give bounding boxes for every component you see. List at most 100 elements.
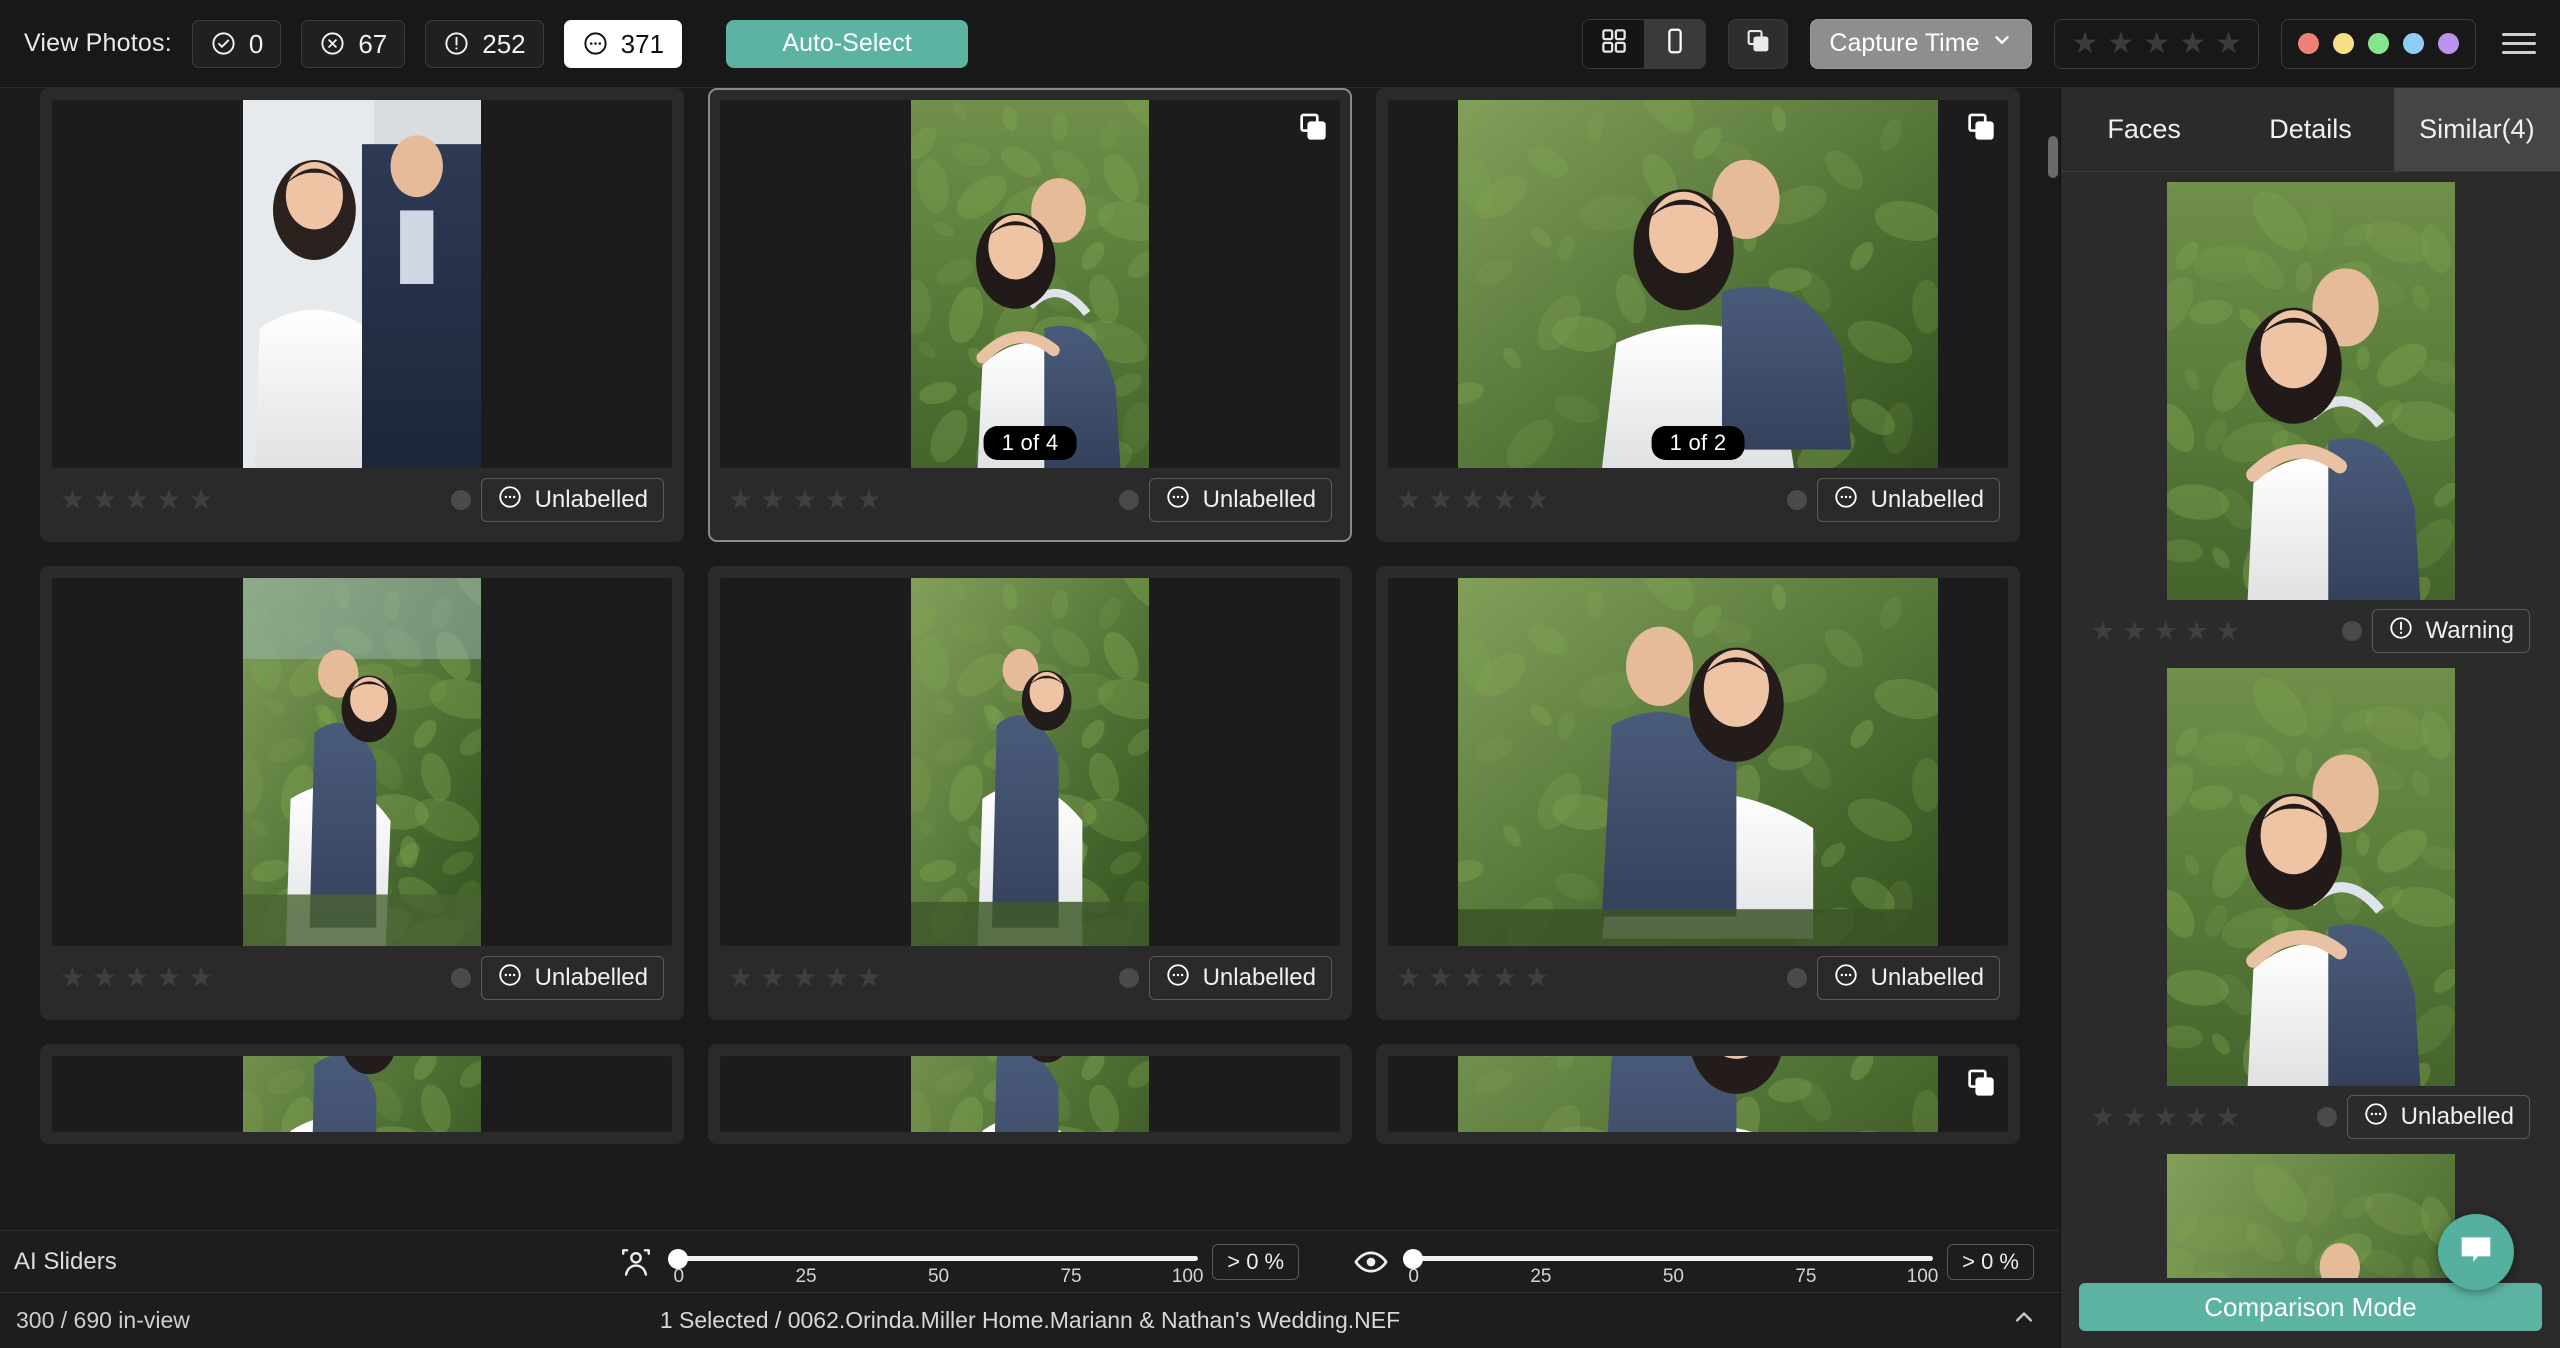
card-star-2[interactable]: ★ xyxy=(92,964,117,992)
card-star-1[interactable]: ★ xyxy=(1396,486,1421,514)
filter-chip-approved[interactable]: 0 xyxy=(191,19,282,68)
similar-photo-list[interactable]: ★ ★ ★ ★ ★ Warning ★ ★ ★ ★ ★ Unlabelled xyxy=(2061,172,2560,1278)
photo-grid-scroll[interactable]: ★★★★★ Unlabelled ★★★★★ Unlabelled ★★★★★ … xyxy=(0,88,2060,1348)
photo-thumbnail[interactable] xyxy=(1388,1056,2008,1132)
card-star-4[interactable]: ★ xyxy=(156,964,181,992)
card-star-2[interactable]: ★ xyxy=(2122,617,2146,645)
card-rating-stars[interactable]: ★ ★ ★ ★ ★ xyxy=(2091,1103,2240,1131)
photo-thumbnail[interactable] xyxy=(720,1056,1340,1132)
stack-toggle-button[interactable] xyxy=(1728,18,1789,69)
grid-scrollbar[interactable] xyxy=(2048,88,2058,1348)
card-star-4[interactable]: ★ xyxy=(824,486,849,514)
card-star-4[interactable]: ★ xyxy=(2185,1103,2209,1131)
card-star-1[interactable]: ★ xyxy=(60,964,85,992)
similar-item-thumbnail[interactable] xyxy=(2089,182,2532,600)
subject-slider-track[interactable] xyxy=(668,1255,1199,1261)
filter-chip-warning[interactable]: 252 xyxy=(425,19,544,68)
filter-chip-unlabelled[interactable]: 371 xyxy=(563,19,683,68)
rating-filter[interactable]: ★ ★ ★ ★ ★ xyxy=(2054,18,2259,69)
photo-card[interactable]: ★ ★ ★ ★ ★ Unlabelled xyxy=(40,566,684,1020)
card-star-2[interactable]: ★ xyxy=(92,486,117,514)
card-star-3[interactable]: ★ xyxy=(124,486,149,514)
card-star-5[interactable]: ★ xyxy=(2216,1103,2240,1131)
rating-star-1[interactable]: ★ xyxy=(2071,28,2098,59)
card-star-5[interactable]: ★ xyxy=(188,486,213,514)
color-label-dot[interactable] xyxy=(450,490,471,510)
card-rating-stars[interactable]: ★ ★ ★ ★ ★ xyxy=(728,964,882,992)
color-label-dot[interactable] xyxy=(1118,968,1139,988)
card-star-2[interactable]: ★ xyxy=(1428,964,1453,992)
card-star-3[interactable]: ★ xyxy=(1460,486,1485,514)
card-star-2[interactable]: ★ xyxy=(2122,1103,2146,1131)
similar-photo-item[interactable]: ★ ★ ★ ★ ★ Warning xyxy=(2089,182,2532,662)
photo-label-button[interactable]: Unlabelled xyxy=(1816,478,2000,522)
similar-item-label-button[interactable]: Unlabelled xyxy=(2346,1095,2530,1139)
card-star-5[interactable]: ★ xyxy=(856,486,881,514)
photo-label-button[interactable]: Unlabelled xyxy=(480,478,664,522)
card-star-1[interactable]: ★ xyxy=(728,486,753,514)
similar-item-thumbnail[interactable] xyxy=(2089,668,2532,1086)
similar-item-label-button[interactable]: Warning xyxy=(2371,609,2530,653)
stack-icon[interactable] xyxy=(1964,110,1998,144)
auto-select-button[interactable]: Auto-Select xyxy=(726,19,969,68)
card-star-5[interactable]: ★ xyxy=(188,964,213,992)
stack-icon[interactable] xyxy=(1964,1066,1998,1100)
photo-card[interactable]: ★ ★ ★ ★ ★ Unlabelled xyxy=(708,566,1352,1020)
photo-card[interactable]: 1 of 2 ★ ★ ★ ★ ★ Unlabelled xyxy=(1376,88,2020,542)
grid-scrollbar-thumb[interactable] xyxy=(2048,136,2058,178)
card-star-1[interactable]: ★ xyxy=(728,964,753,992)
tab-similar[interactable]: Similar(4) xyxy=(2393,88,2560,171)
chat-fab-button[interactable] xyxy=(2438,1214,2514,1290)
eyes-threshold-readout[interactable]: > 0 % xyxy=(1947,1243,2034,1280)
photo-thumbnail[interactable]: 1 of 4 xyxy=(720,100,1340,468)
color-swatch-purple[interactable] xyxy=(2438,33,2459,54)
photo-card[interactable] xyxy=(40,1044,684,1144)
card-star-3[interactable]: ★ xyxy=(124,964,149,992)
card-star-4[interactable]: ★ xyxy=(1492,964,1517,992)
color-label-dot[interactable] xyxy=(450,968,471,988)
photo-thumbnail[interactable] xyxy=(52,1056,672,1132)
tab-details[interactable]: Details xyxy=(2227,88,2393,171)
rating-star-2[interactable]: ★ xyxy=(2107,28,2134,59)
rating-star-4[interactable]: ★ xyxy=(2179,28,2206,59)
card-star-3[interactable]: ★ xyxy=(792,486,817,514)
color-swatch-yellow[interactable] xyxy=(2333,33,2354,54)
card-rating-stars[interactable]: ★ ★ ★ ★ ★ xyxy=(728,486,882,514)
card-rating-stars[interactable]: ★ ★ ★ ★ ★ xyxy=(1396,964,1550,992)
filter-chip-rejected[interactable]: 67 xyxy=(301,19,406,68)
similar-photo-item[interactable]: ★ ★ ★ ★ ★ Unlabelled xyxy=(2089,668,2532,1148)
card-star-5[interactable]: ★ xyxy=(1524,964,1549,992)
card-star-3[interactable]: ★ xyxy=(1460,964,1485,992)
photo-card[interactable] xyxy=(708,1044,1352,1144)
card-star-3[interactable]: ★ xyxy=(2153,1103,2177,1131)
color-label-dot[interactable] xyxy=(1118,490,1139,510)
card-rating-stars[interactable]: ★ ★ ★ ★ ★ xyxy=(60,486,214,514)
photo-thumbnail[interactable] xyxy=(1388,578,2008,946)
card-star-2[interactable]: ★ xyxy=(1428,486,1453,514)
card-rating-stars[interactable]: ★ ★ ★ ★ ★ xyxy=(2091,617,2240,645)
photo-thumbnail[interactable]: 1 of 2 xyxy=(1388,100,2008,468)
photo-label-button[interactable]: Unlabelled xyxy=(480,956,664,1000)
photo-card[interactable]: 1 of 4 ★ ★ ★ ★ ★ Unlabelled xyxy=(708,88,1352,542)
subject-slider[interactable]: 0 25 50 75 100 xyxy=(668,1242,1203,1287)
photo-thumbnail[interactable] xyxy=(52,100,672,468)
color-label-dot[interactable] xyxy=(2341,621,2362,641)
card-star-5[interactable]: ★ xyxy=(2216,617,2240,645)
card-star-1[interactable]: ★ xyxy=(2091,1103,2115,1131)
color-swatch-blue[interactable] xyxy=(2403,33,2424,54)
photo-label-button[interactable]: Unlabelled xyxy=(1148,478,1332,522)
single-view-button[interactable] xyxy=(1644,19,1706,68)
sort-select[interactable]: Capture Time xyxy=(1810,18,2033,69)
stack-icon[interactable] xyxy=(1296,110,1330,144)
card-star-4[interactable]: ★ xyxy=(824,964,849,992)
grid-view-button[interactable] xyxy=(1583,19,1645,68)
card-star-1[interactable]: ★ xyxy=(2091,617,2115,645)
hamburger-menu-icon[interactable] xyxy=(2502,33,2536,54)
photo-thumbnail[interactable] xyxy=(52,578,672,946)
card-star-2[interactable]: ★ xyxy=(760,486,785,514)
card-star-5[interactable]: ★ xyxy=(1524,486,1549,514)
tab-faces[interactable]: Faces xyxy=(2061,88,2227,171)
card-rating-stars[interactable]: ★ ★ ★ ★ ★ xyxy=(1396,486,1550,514)
photo-card[interactable]: ★ ★ ★ ★ ★ Unlabelled xyxy=(40,88,684,542)
photo-card[interactable]: ★ ★ ★ ★ ★ Unlabelled xyxy=(1376,566,2020,1020)
